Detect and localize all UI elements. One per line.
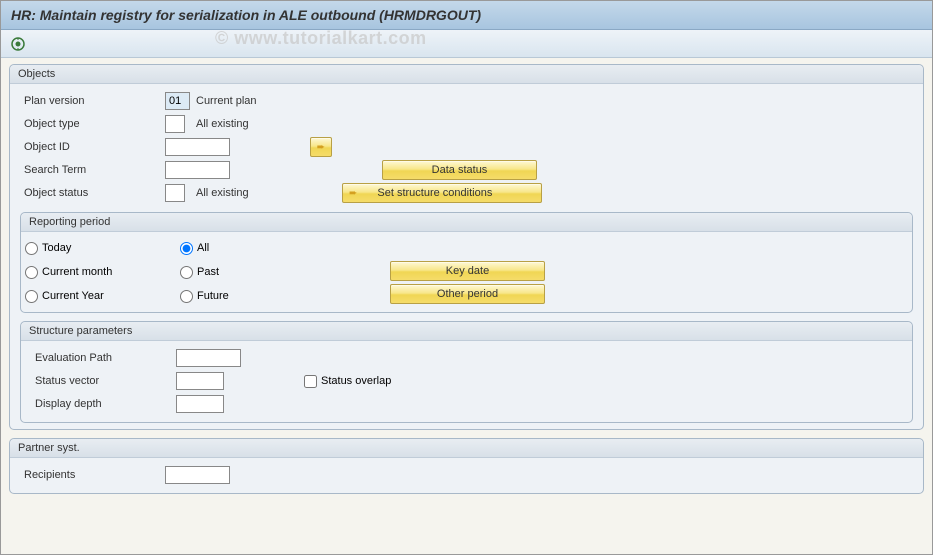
data-status-button[interactable]: Data status bbox=[382, 160, 537, 180]
radio-all[interactable]: All bbox=[180, 238, 320, 258]
execute-icon[interactable] bbox=[9, 35, 27, 53]
display-depth-label: Display depth bbox=[31, 398, 176, 410]
radio-future-input[interactable] bbox=[180, 290, 193, 303]
radio-current-year-input[interactable] bbox=[25, 290, 38, 303]
radio-today-input[interactable] bbox=[25, 242, 38, 255]
object-id-label: Object ID bbox=[20, 141, 165, 153]
radio-past-label: Past bbox=[197, 266, 219, 278]
structure-parameters-title: Structure parameters bbox=[21, 322, 912, 341]
search-term-label: Search Term bbox=[20, 164, 165, 176]
radio-past-input[interactable] bbox=[180, 266, 193, 279]
other-period-button[interactable]: Other period bbox=[390, 284, 545, 304]
radio-today-label: Today bbox=[42, 242, 71, 254]
window-title: HR: Maintain registry for serialization … bbox=[1, 1, 932, 30]
structure-conditions-button[interactable]: ➨ Set structure conditions bbox=[342, 183, 542, 203]
arrow-right-icon: ➨ bbox=[349, 188, 357, 199]
key-date-button[interactable]: Key date bbox=[390, 261, 545, 281]
structure-parameters-group: Structure parameters Evaluation Path Sta… bbox=[20, 321, 913, 423]
display-depth-input[interactable] bbox=[176, 395, 224, 413]
toolbar bbox=[1, 30, 932, 58]
object-type-text: All existing bbox=[196, 118, 249, 130]
reporting-period-group: Reporting period Today All Key date Othe… bbox=[20, 212, 913, 313]
plan-version-label: Plan version bbox=[20, 95, 165, 107]
recipients-label: Recipients bbox=[20, 469, 165, 481]
status-overlap-checkbox[interactable] bbox=[304, 375, 317, 388]
reporting-period-title: Reporting period bbox=[21, 213, 912, 232]
object-status-input[interactable] bbox=[165, 184, 185, 202]
object-id-multiselect-button[interactable]: ➨ bbox=[310, 137, 332, 157]
radio-current-month-label: Current month bbox=[42, 266, 112, 278]
eval-path-label: Evaluation Path bbox=[31, 352, 176, 364]
recipients-input[interactable] bbox=[165, 466, 230, 484]
eval-path-input[interactable] bbox=[176, 349, 241, 367]
radio-current-year[interactable]: Current Year bbox=[25, 286, 180, 306]
radio-today[interactable]: Today bbox=[25, 238, 180, 258]
structure-conditions-label: Set structure conditions bbox=[377, 187, 492, 199]
radio-current-month[interactable]: Current month bbox=[25, 262, 180, 282]
arrow-right-icon: ➨ bbox=[317, 142, 325, 153]
radio-all-input[interactable] bbox=[180, 242, 193, 255]
radio-future-label: Future bbox=[197, 290, 229, 302]
object-status-label: Object status bbox=[20, 187, 165, 199]
radio-all-label: All bbox=[197, 242, 209, 254]
status-overlap-label: Status overlap bbox=[321, 375, 391, 387]
object-id-input[interactable] bbox=[165, 138, 230, 156]
radio-current-year-label: Current Year bbox=[42, 290, 104, 302]
objects-group-title: Objects bbox=[10, 65, 923, 84]
status-vector-input[interactable] bbox=[176, 372, 224, 390]
search-term-input[interactable] bbox=[165, 161, 230, 179]
object-type-input[interactable] bbox=[165, 115, 185, 133]
object-status-text: All existing bbox=[196, 187, 249, 199]
plan-version-text: Current plan bbox=[196, 95, 257, 107]
objects-group: Objects Plan version Current plan Object… bbox=[9, 64, 924, 430]
object-type-label: Object type bbox=[20, 118, 165, 130]
radio-current-month-input[interactable] bbox=[25, 266, 38, 279]
status-vector-label: Status vector bbox=[31, 375, 176, 387]
plan-version-input[interactable] bbox=[165, 92, 190, 110]
radio-past[interactable]: Past bbox=[180, 262, 320, 282]
partner-syst-group: Partner syst. Recipients bbox=[9, 438, 924, 494]
partner-syst-title: Partner syst. bbox=[10, 439, 923, 458]
radio-future[interactable]: Future bbox=[180, 286, 320, 306]
